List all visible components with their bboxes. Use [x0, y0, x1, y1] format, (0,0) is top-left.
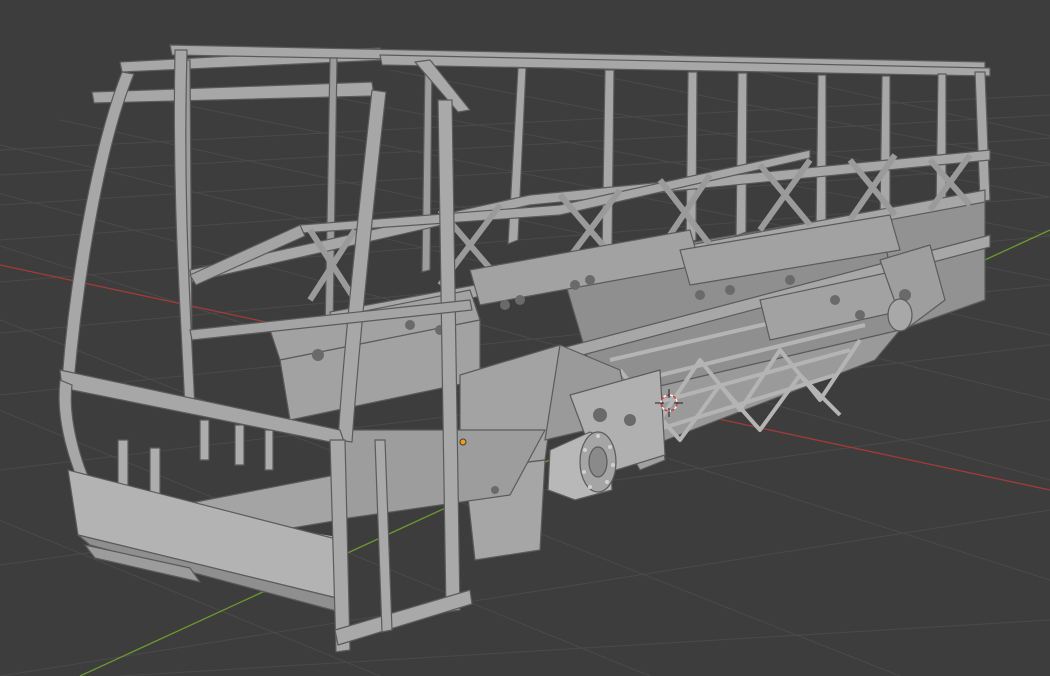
- 3d-viewport[interactable]: [0, 0, 1050, 676]
- object-origin-dot[interactable]: [459, 438, 467, 446]
- viewport-canvas[interactable]: [0, 0, 1050, 676]
